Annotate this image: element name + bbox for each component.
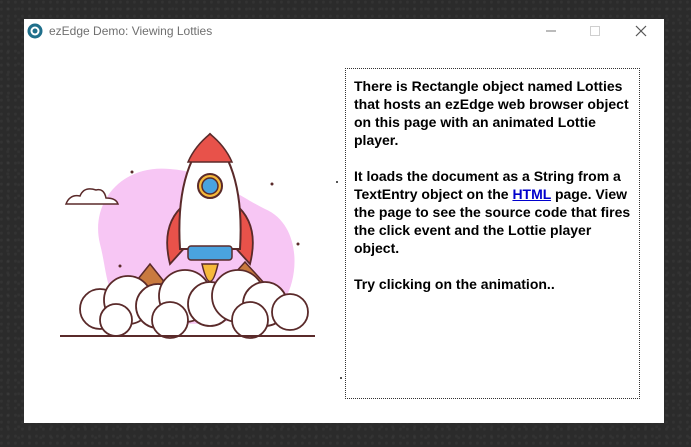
window-title: ezEdge Demo: Viewing Lotties [49,24,213,38]
minimize-icon [546,30,556,32]
rocket-nose [186,133,234,163]
rocket-launch-animation[interactable] [60,124,320,339]
stray-pixel [336,181,338,183]
html-page-link[interactable]: HTML [512,186,551,202]
lottie-info-textbox: There is Rectangle object named Lotties … [345,68,640,399]
ezedge-app-icon [27,23,43,39]
stray-pixel [340,377,342,379]
minimize-button[interactable] [528,19,574,43]
maximize-icon [590,26,600,36]
rocket-base [187,245,233,261]
title-bar[interactable]: ezEdge Demo: Viewing Lotties [24,19,664,43]
info-paragraph-2: It loads the document as a String from a… [354,167,631,257]
close-icon [635,25,647,37]
info-paragraph-3: Try clicking on the animation.. [354,276,555,292]
close-button[interactable] [618,19,664,43]
app-window: ezEdge Demo: Viewing Lotties There is Re… [24,19,664,423]
info-paragraph-1: There is Rectangle object named Lotties … [354,78,629,148]
maximize-button[interactable] [572,19,618,43]
